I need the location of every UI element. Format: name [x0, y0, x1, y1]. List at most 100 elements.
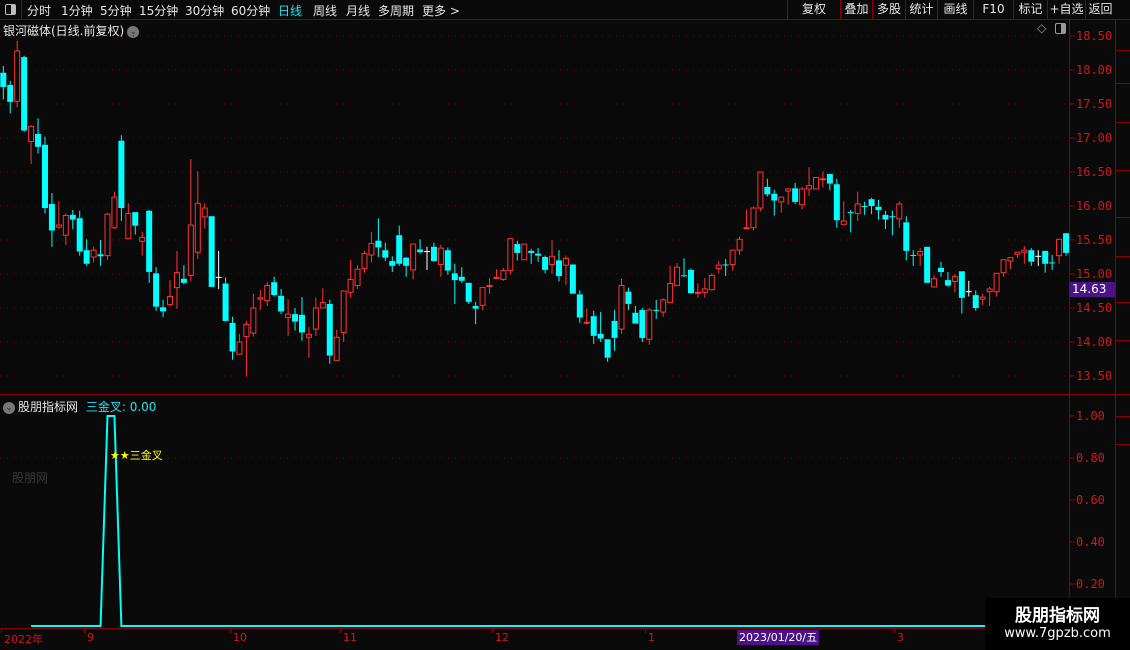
indicator-tick-label: 1.00	[1076, 409, 1105, 423]
price-tick-label: 15.50	[1076, 233, 1113, 247]
candle-body	[785, 188, 792, 192]
candle-body	[229, 322, 236, 352]
candle-body	[771, 193, 778, 201]
candle-body	[292, 314, 299, 322]
candle	[799, 186, 806, 210]
candle	[410, 243, 417, 280]
candle	[285, 299, 292, 336]
candle-body	[403, 257, 410, 266]
candle-body	[375, 240, 382, 248]
price-tick-label: 18.50	[1076, 29, 1113, 43]
candle	[542, 255, 549, 274]
candle	[632, 305, 639, 324]
candle	[229, 316, 236, 360]
candle-body	[750, 207, 757, 229]
price-tick-label: 18.00	[1076, 63, 1113, 77]
candle-body	[173, 272, 180, 289]
candle-body	[111, 196, 118, 229]
candle-body	[118, 140, 125, 209]
candle	[104, 212, 111, 260]
watermark-box: 股朋指标网 www.7gpzb.com	[985, 598, 1130, 650]
strip-divider	[1116, 444, 1130, 445]
candle	[1042, 250, 1049, 273]
candle	[35, 118, 42, 154]
date-label: 11	[340, 629, 357, 644]
price-tick-label: 17.00	[1076, 131, 1113, 145]
candle	[187, 159, 194, 282]
candle-body	[910, 254, 917, 256]
candle-body	[1021, 249, 1028, 253]
candle	[590, 310, 597, 345]
candle-body	[208, 216, 215, 287]
candle-body	[917, 251, 924, 256]
candle	[972, 290, 979, 311]
candle-body	[410, 243, 417, 271]
right-side-strip	[1115, 20, 1130, 628]
candle	[160, 299, 167, 317]
candle	[361, 250, 368, 273]
candle	[90, 246, 97, 263]
candle-body	[722, 264, 729, 266]
candle	[194, 171, 201, 260]
indicator-tick-label: 0.40	[1076, 535, 1105, 549]
chart-canvas[interactable]	[0, 0, 1130, 650]
candle-body	[819, 178, 826, 181]
candle	[21, 55, 28, 132]
strip-divider	[1116, 83, 1130, 84]
candle	[979, 293, 986, 306]
candle-body	[333, 336, 340, 361]
candle	[1035, 250, 1042, 266]
candle-body	[674, 266, 681, 287]
candle-body	[250, 307, 257, 334]
candle	[931, 275, 938, 288]
candle-body	[646, 309, 653, 340]
candle	[486, 278, 493, 294]
candle-body	[48, 203, 55, 231]
candle-body	[861, 206, 868, 207]
candle-body	[840, 220, 847, 225]
candle	[7, 80, 14, 114]
candle-body	[83, 250, 90, 264]
candle	[97, 240, 104, 266]
candle	[812, 176, 819, 190]
candle-body	[69, 214, 76, 220]
candle	[917, 248, 924, 266]
candle-body	[854, 203, 861, 214]
candle	[646, 308, 653, 345]
candle	[493, 269, 500, 279]
candle	[958, 271, 965, 314]
candle	[48, 193, 55, 247]
candle-body	[764, 186, 771, 195]
candle	[729, 249, 736, 271]
candle-body	[590, 316, 597, 336]
candle-body	[576, 294, 583, 318]
candle	[125, 203, 132, 240]
candle	[562, 255, 569, 285]
candle	[521, 243, 528, 261]
candle	[354, 265, 361, 289]
candle-body	[257, 297, 264, 300]
candle-body	[896, 203, 903, 220]
candle	[264, 282, 271, 306]
candle	[771, 189, 778, 216]
watermark-text: 股朋网	[12, 471, 49, 485]
candle	[951, 274, 958, 293]
candle-body	[924, 246, 931, 283]
candle-body	[812, 176, 819, 190]
candle	[722, 259, 729, 277]
candle-body	[542, 257, 549, 270]
candle	[653, 299, 660, 319]
candle-body	[729, 249, 736, 265]
candle-body	[0, 72, 7, 87]
indicator-tick-label: 0.20	[1076, 577, 1105, 591]
candle-body	[687, 269, 694, 294]
candle	[528, 248, 535, 264]
candle-body	[625, 291, 632, 304]
candle	[910, 250, 917, 266]
date-axis: 2022年 9 10 11 12 1 3 2023/01/20/五	[0, 628, 1070, 647]
candle	[278, 288, 285, 315]
candle-body	[681, 275, 688, 277]
chevron-down-icon[interactable]: ⌄	[3, 401, 15, 414]
candle-body	[931, 278, 938, 288]
candle	[368, 231, 375, 263]
